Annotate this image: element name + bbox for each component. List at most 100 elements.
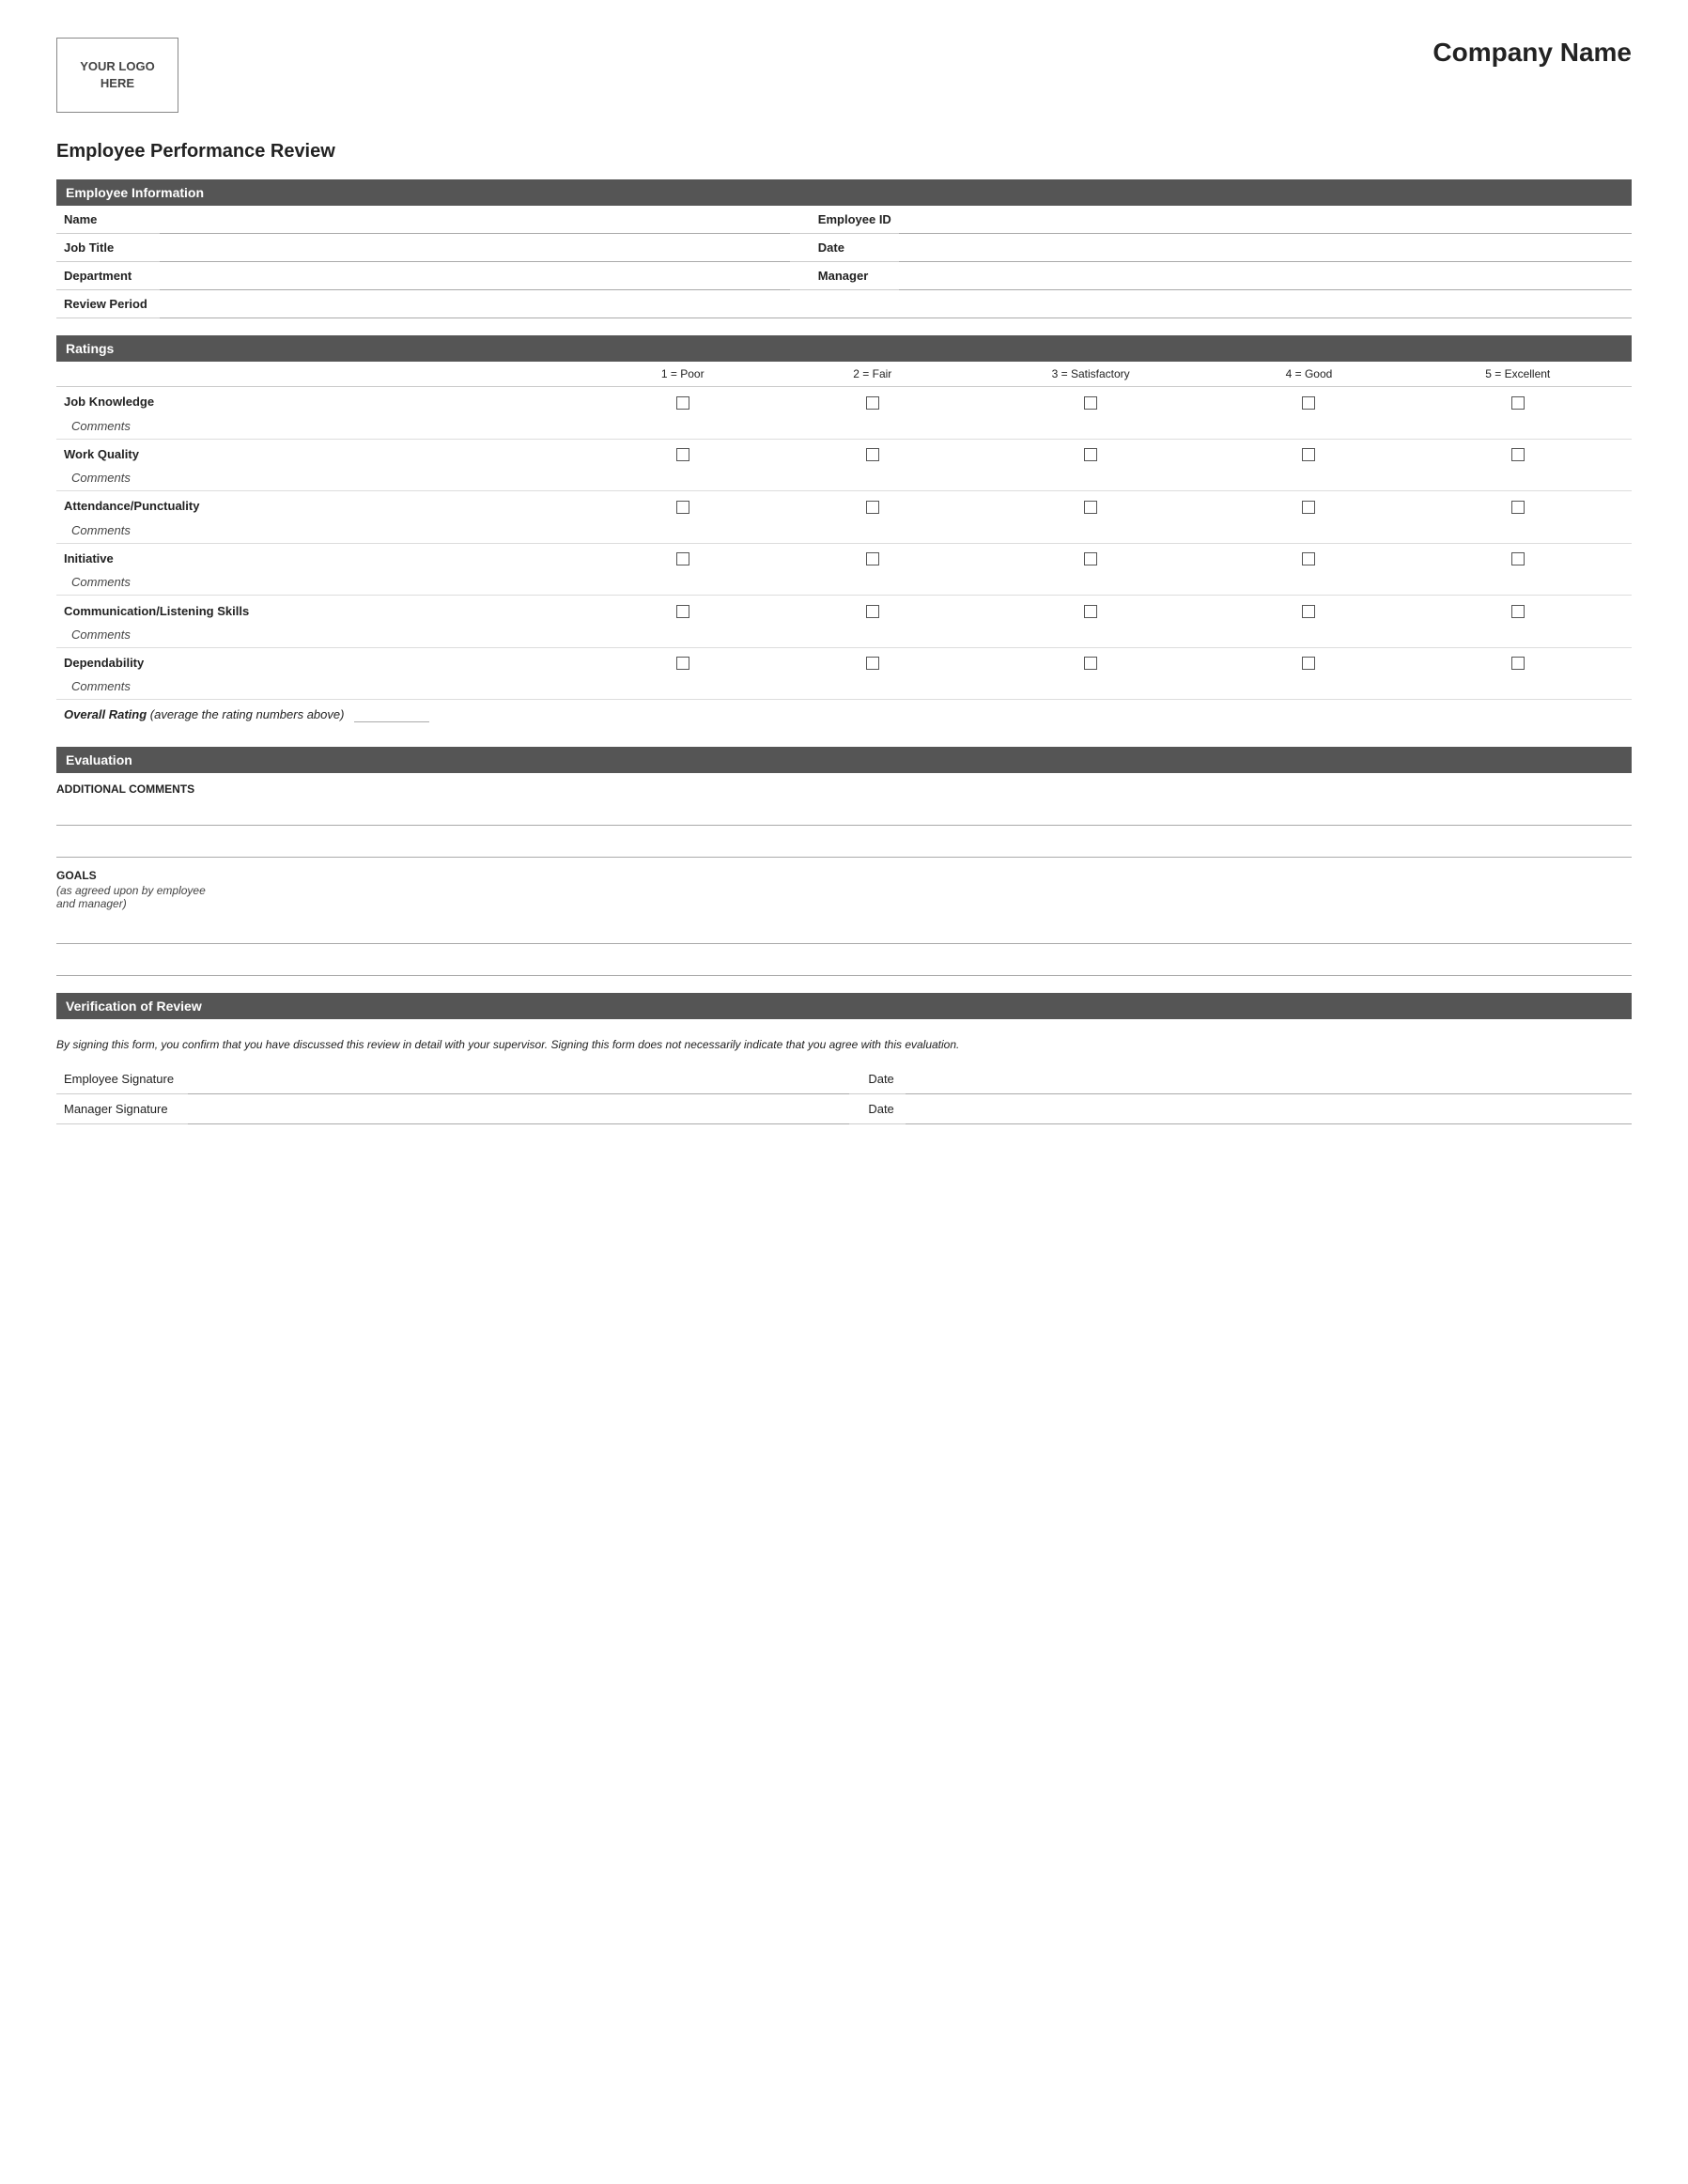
checkbox-input[interactable] xyxy=(676,396,689,410)
checkbox-input[interactable] xyxy=(1302,657,1315,670)
table-row: Comments xyxy=(56,466,1632,491)
department-value[interactable] xyxy=(160,262,790,290)
name-label: Name xyxy=(56,206,160,234)
checkbox-cl-1[interactable] xyxy=(588,596,778,623)
manager-value[interactable] xyxy=(899,262,1632,290)
checkbox-cl-4[interactable] xyxy=(1214,596,1403,623)
col-header-3: 3 = Satisfactory xyxy=(968,362,1215,387)
review-period-value[interactable] xyxy=(160,290,1632,318)
checkbox-input[interactable] xyxy=(1511,657,1525,670)
checkbox-jk-1[interactable] xyxy=(588,387,778,414)
overall-rating-label-cell: Overall Rating (average the rating numbe… xyxy=(56,700,968,731)
checkbox-input[interactable] xyxy=(1302,605,1315,618)
table-row: Job Knowledge xyxy=(56,387,1632,414)
checkbox-wq-3[interactable] xyxy=(968,439,1215,466)
table-row: Comments xyxy=(56,414,1632,440)
checkbox-input[interactable] xyxy=(1084,448,1097,461)
checkbox-dep-2[interactable] xyxy=(778,647,968,674)
checkbox-input[interactable] xyxy=(676,657,689,670)
checkbox-wq-5[interactable] xyxy=(1403,439,1632,466)
additional-comments-label: ADDITIONAL COMMENTS xyxy=(56,782,1632,796)
table-row: Attendance/Punctuality xyxy=(56,491,1632,519)
comments-label-in: Comments xyxy=(64,575,131,589)
checkbox-jk-3[interactable] xyxy=(968,387,1215,414)
name-value[interactable] xyxy=(160,206,790,234)
ratings-table: 1 = Poor 2 = Fair 3 = Satisfactory 4 = G… xyxy=(56,362,1632,730)
checkbox-input[interactable] xyxy=(1511,396,1525,410)
checkbox-input[interactable] xyxy=(1302,396,1315,410)
employee-sig-value[interactable] xyxy=(188,1064,849,1094)
checkbox-input[interactable] xyxy=(866,501,879,514)
checkbox-ap-2[interactable] xyxy=(778,491,968,519)
checkbox-in-3[interactable] xyxy=(968,543,1215,570)
category-work-quality: Work Quality xyxy=(56,439,588,466)
checkbox-input[interactable] xyxy=(866,605,879,618)
checkbox-jk-4[interactable] xyxy=(1214,387,1403,414)
checkbox-wq-4[interactable] xyxy=(1214,439,1403,466)
category-dependability: Dependability xyxy=(56,647,588,674)
checkbox-input[interactable] xyxy=(676,605,689,618)
checkbox-ap-1[interactable] xyxy=(588,491,778,519)
checkbox-dep-3[interactable] xyxy=(968,647,1215,674)
sig-row-employee: Employee Signature Date xyxy=(56,1064,1632,1094)
checkbox-input[interactable] xyxy=(1302,448,1315,461)
checkbox-in-5[interactable] xyxy=(1403,543,1632,570)
manager-sig-value[interactable] xyxy=(188,1094,849,1124)
checkbox-cl-5[interactable] xyxy=(1403,596,1632,623)
checkbox-input[interactable] xyxy=(1084,605,1097,618)
checkbox-dep-4[interactable] xyxy=(1214,647,1403,674)
checkbox-input[interactable] xyxy=(676,552,689,565)
checkbox-input[interactable] xyxy=(1302,501,1315,514)
checkbox-dep-1[interactable] xyxy=(588,647,778,674)
checkbox-input[interactable] xyxy=(1511,605,1525,618)
employee-date-value[interactable] xyxy=(906,1064,1632,1094)
date-value[interactable] xyxy=(899,234,1632,262)
checkbox-input[interactable] xyxy=(1084,501,1097,514)
signature-table: Employee Signature Date Manager Signatur… xyxy=(56,1064,1632,1124)
date-label: Date xyxy=(790,234,899,262)
checkbox-cl-2[interactable] xyxy=(778,596,968,623)
checkbox-input[interactable] xyxy=(1511,448,1525,461)
checkbox-input[interactable] xyxy=(676,448,689,461)
comments-label-dep: Comments xyxy=(64,679,131,693)
checkbox-wq-2[interactable] xyxy=(778,439,968,466)
employee-info-header: Employee Information xyxy=(56,179,1632,206)
checkbox-input[interactable] xyxy=(1084,396,1097,410)
checkbox-ap-3[interactable] xyxy=(968,491,1215,519)
checkbox-input[interactable] xyxy=(1511,552,1525,565)
checkbox-input[interactable] xyxy=(676,501,689,514)
comments-label-wq: Comments xyxy=(64,471,131,485)
overall-rating-row: Overall Rating (average the rating numbe… xyxy=(56,700,1632,731)
checkbox-input[interactable] xyxy=(866,552,879,565)
employee-id-value[interactable] xyxy=(899,206,1632,234)
job-title-label: Job Title xyxy=(56,234,160,262)
overall-rating-value[interactable] xyxy=(354,707,429,722)
employee-id-label: Employee ID xyxy=(790,206,899,234)
checkbox-ap-5[interactable] xyxy=(1403,491,1632,519)
checkbox-in-4[interactable] xyxy=(1214,543,1403,570)
checkbox-input[interactable] xyxy=(1302,552,1315,565)
checkbox-jk-2[interactable] xyxy=(778,387,968,414)
checkbox-input[interactable] xyxy=(1084,552,1097,565)
checkbox-in-1[interactable] xyxy=(588,543,778,570)
job-title-value[interactable] xyxy=(160,234,790,262)
info-row-department: Department Manager xyxy=(56,262,1632,290)
category-initiative: Initiative xyxy=(56,543,588,570)
info-row-name: Name Employee ID xyxy=(56,206,1632,234)
checkbox-input[interactable] xyxy=(866,657,879,670)
logo-text: YOUR LOGO HERE xyxy=(80,58,154,92)
checkbox-input[interactable] xyxy=(1511,501,1525,514)
checkbox-input[interactable] xyxy=(866,396,879,410)
checkbox-input[interactable] xyxy=(866,448,879,461)
checkbox-cl-3[interactable] xyxy=(968,596,1215,623)
goals-line-2 xyxy=(56,950,1632,976)
checkbox-dep-5[interactable] xyxy=(1403,647,1632,674)
category-job-knowledge: Job Knowledge xyxy=(56,387,588,414)
checkbox-input[interactable] xyxy=(1084,657,1097,670)
ratings-header: Ratings xyxy=(56,335,1632,362)
checkbox-in-2[interactable] xyxy=(778,543,968,570)
checkbox-ap-4[interactable] xyxy=(1214,491,1403,519)
checkbox-jk-5[interactable] xyxy=(1403,387,1632,414)
checkbox-wq-1[interactable] xyxy=(588,439,778,466)
manager-date-value[interactable] xyxy=(906,1094,1632,1124)
